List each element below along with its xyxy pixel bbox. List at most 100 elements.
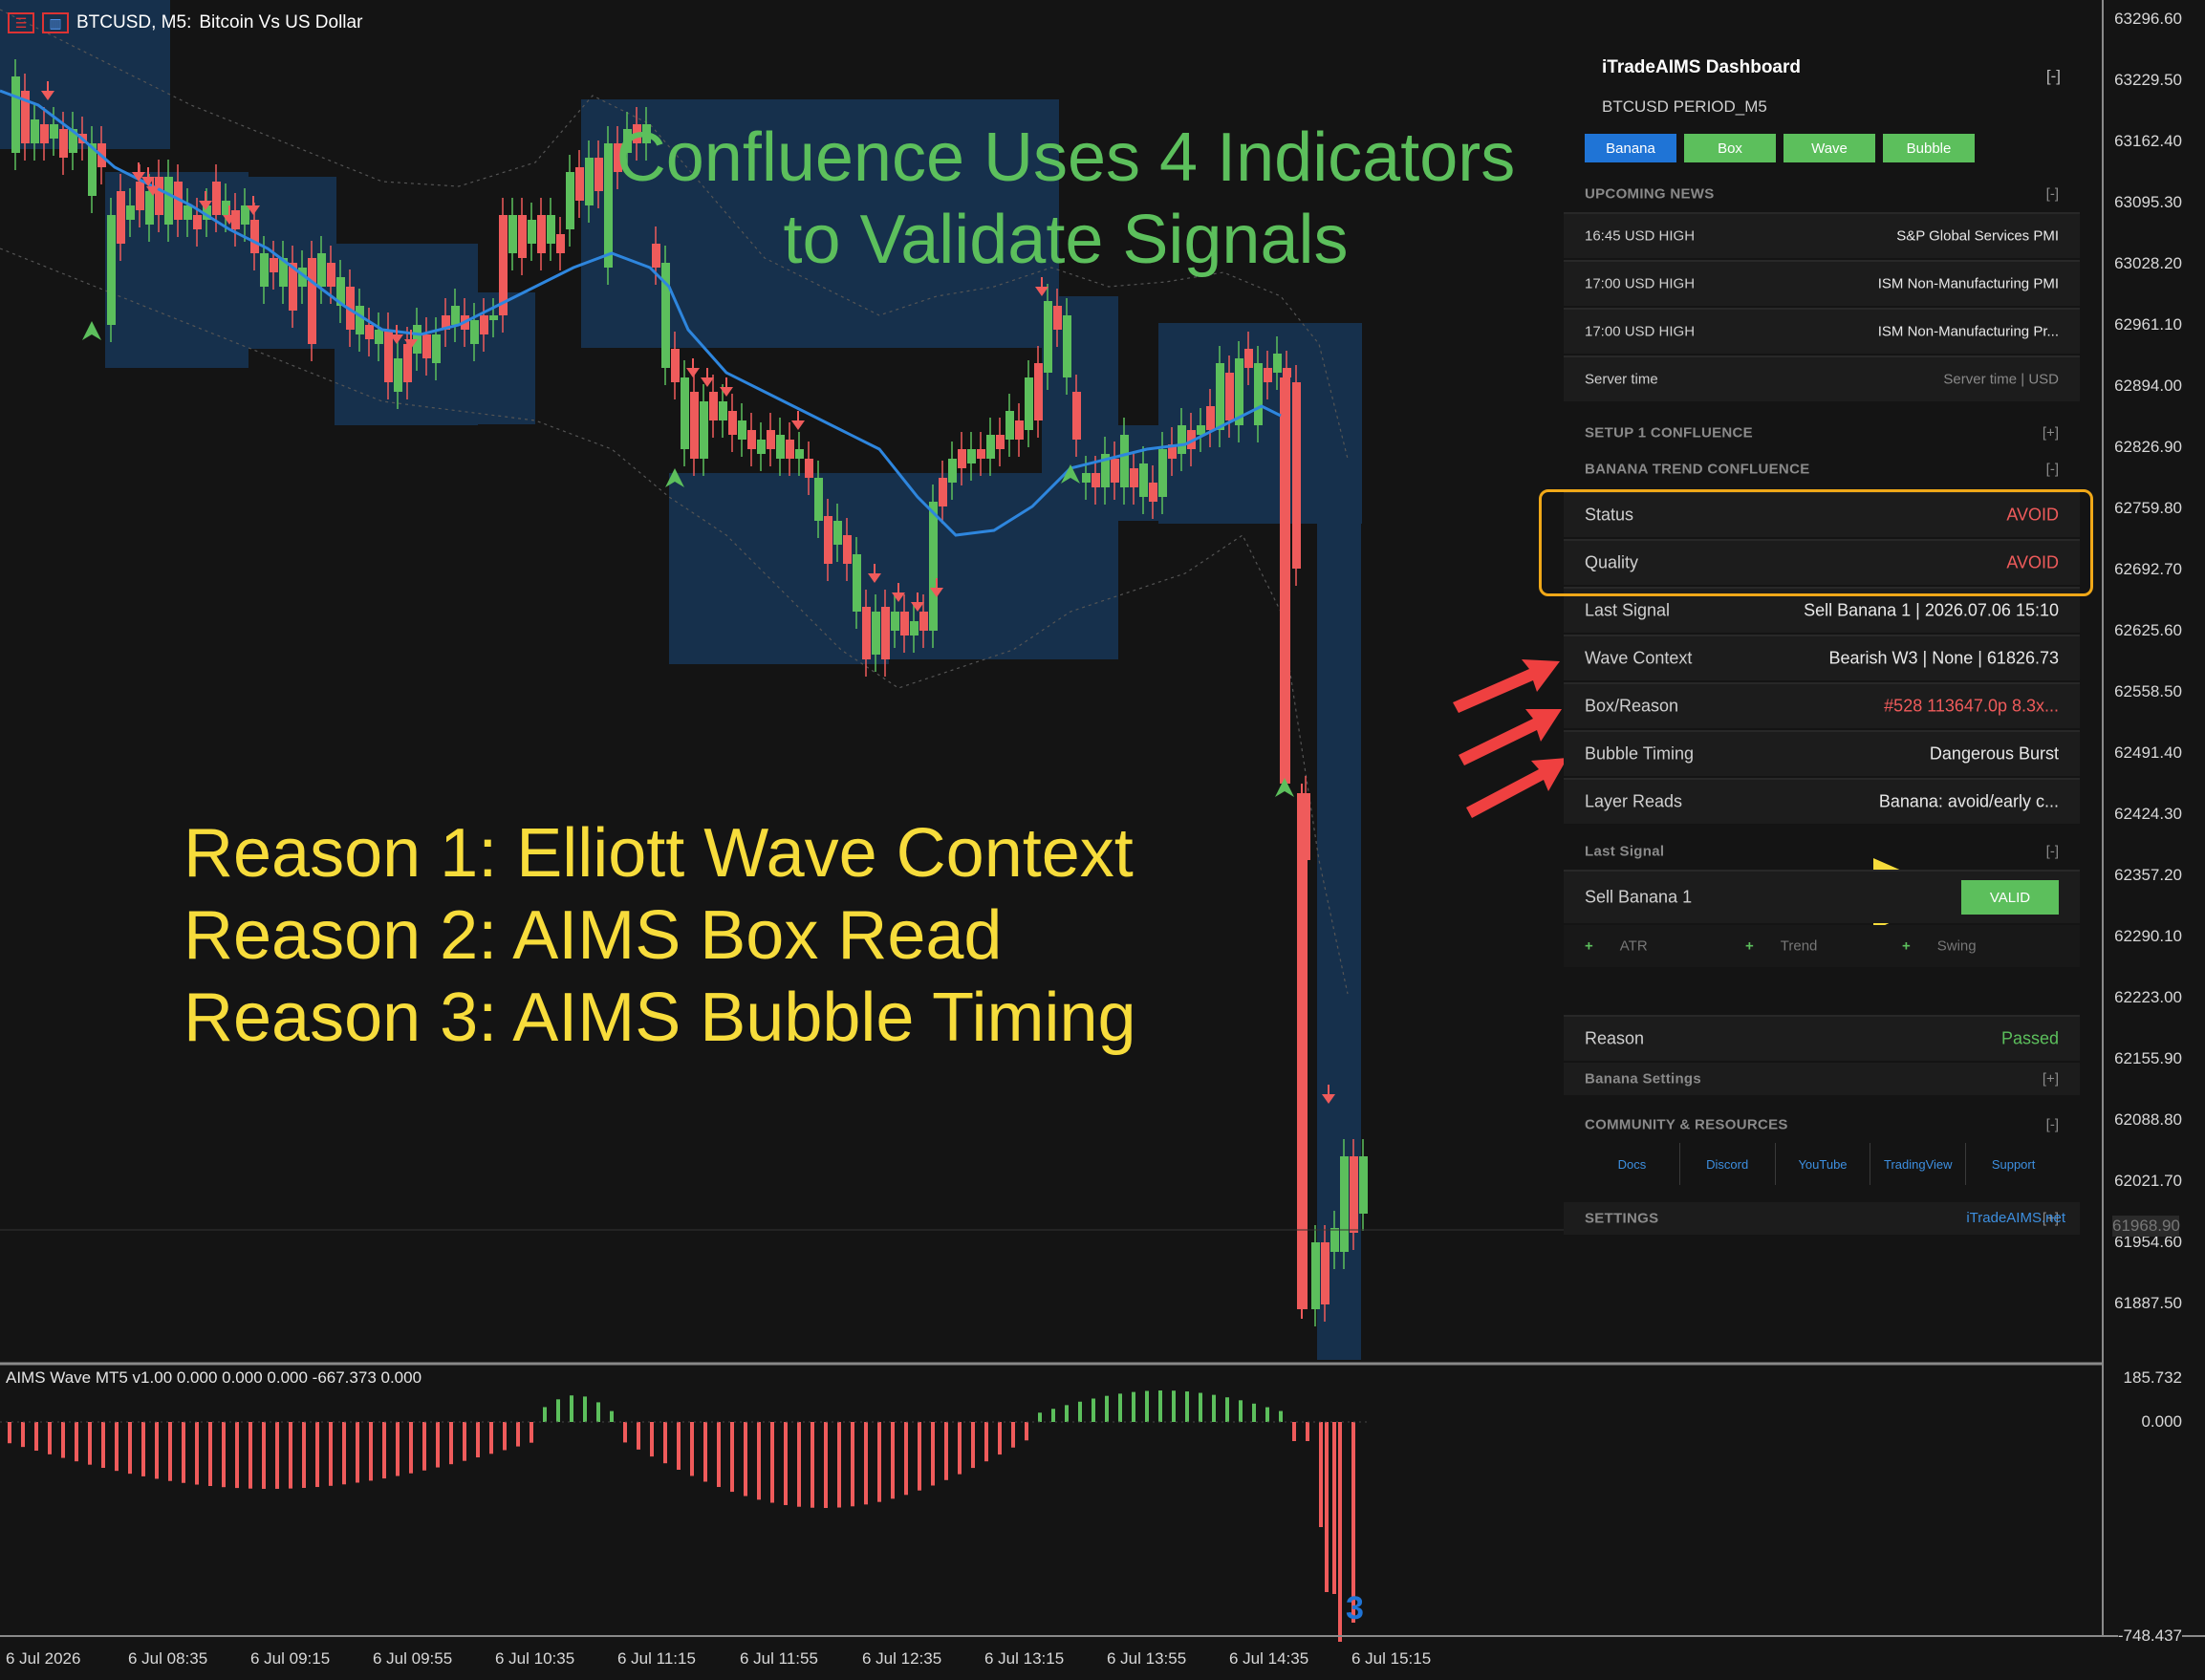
histogram-bar (168, 1422, 172, 1481)
histogram-bar (770, 1422, 774, 1503)
time-axis-label: 6 Jul 10:35 (495, 1649, 575, 1668)
candle-body (1053, 306, 1062, 330)
candle-body (11, 76, 20, 153)
symbol-description: Bitcoin Vs US Dollar (199, 12, 363, 32)
arrow-up-icon (1275, 778, 1294, 797)
community-title: COMMUNITY & RESOURCES (1585, 1116, 1788, 1133)
upcoming-news-toggle[interactable]: [-] (2046, 186, 2059, 203)
box-reason-row: Box/Reason #528 113647.0p 8.3x... (1564, 682, 2080, 728)
histogram-bar (489, 1422, 493, 1454)
candle-body (958, 449, 966, 468)
candle-body (795, 449, 804, 459)
price-axis-label: 62088.80 (2114, 1110, 2182, 1129)
candle-body (862, 607, 871, 659)
histogram-bar (998, 1422, 1002, 1455)
histogram-bar (797, 1422, 801, 1507)
candle-body (1092, 473, 1100, 487)
chart-type-icon[interactable]: ▥ (42, 12, 69, 33)
candle-body (910, 621, 919, 635)
histogram-bar (784, 1422, 788, 1505)
community-header: COMMUNITY & RESOURCES [-] (1564, 1109, 2080, 1141)
reasons-list: Reason 1: Elliott Wave Context Reason 2:… (184, 812, 1136, 1059)
candle-body (1244, 349, 1253, 368)
community-toggle[interactable]: [-] (2046, 1117, 2059, 1133)
histogram-bar (703, 1422, 707, 1482)
candle-body (814, 478, 823, 521)
candle-body (1340, 1156, 1349, 1252)
candle-body (317, 253, 326, 287)
news-item: 16:45 USD HIGH S&P Global Services PMI (1564, 212, 2080, 258)
candle-body (1139, 463, 1148, 497)
candle-body (480, 315, 488, 334)
candle-body (1264, 368, 1272, 382)
banana-trend-toggle[interactable]: [-] (2046, 462, 2059, 478)
tab-box[interactable]: Box (1684, 134, 1776, 162)
pointer-arrow-icon (1453, 659, 1567, 818)
candle-body (117, 191, 125, 244)
histogram-bar (262, 1422, 266, 1489)
tab-bubble[interactable]: Bubble (1883, 134, 1975, 162)
menu-icon[interactable]: ☰ (8, 12, 34, 33)
setup-confluence-toggle[interactable]: [+] (2043, 425, 2059, 442)
reason-1: Reason 1: Elliott Wave Context (184, 815, 1134, 892)
candle-body (1158, 449, 1167, 497)
histogram-bar (663, 1422, 667, 1464)
tab-banana[interactable]: Banana (1585, 134, 1676, 162)
candle-body (1044, 301, 1052, 373)
dashboard-title: iTradeAIMS Dashboard (1602, 57, 1801, 77)
histogram-bar (1225, 1397, 1229, 1422)
candle-body (1034, 363, 1043, 420)
histogram-bar (101, 1422, 105, 1469)
candle-body (738, 420, 746, 440)
link-support[interactable]: Support (1966, 1143, 2061, 1185)
reason-value: Passed (2000, 1028, 2059, 1048)
histogram-bar (463, 1422, 466, 1461)
candle-body (1120, 435, 1129, 487)
aims-wave-histogram (0, 1390, 1367, 1642)
histogram-bar (289, 1422, 292, 1489)
filter-swing: + Swing (1902, 937, 1977, 955)
candle-body (594, 158, 603, 191)
banana-settings-toggle[interactable]: [+] (2043, 1071, 2059, 1088)
histogram-bar (824, 1422, 828, 1508)
candle-body (1025, 377, 1033, 430)
histogram-bar (182, 1422, 185, 1483)
last-signal-label: Last Signal (1585, 600, 1671, 620)
price-axis-label: 62625.60 (2114, 621, 2182, 639)
server-time-label: Server time (1585, 371, 1658, 388)
candle-body (767, 430, 775, 449)
indicator-title: AIMS Wave MT5 v1.00 0.000 0.000 0.000 -6… (6, 1368, 422, 1387)
symbol-title: BTCUSD, M5: (76, 12, 192, 32)
candle-body (929, 502, 938, 631)
candle-body (1292, 382, 1301, 569)
histogram-bar (1172, 1390, 1176, 1422)
candle-body (270, 258, 278, 272)
last-signal-section-toggle[interactable]: [-] (2046, 844, 2059, 860)
price-axis-label: 63296.60 (2114, 10, 2182, 28)
link-docs[interactable]: Docs (1585, 1143, 1680, 1185)
histogram-bar (1011, 1422, 1015, 1448)
candle-body (528, 220, 536, 244)
candle-body (193, 215, 202, 229)
dashboard-minimize-button[interactable]: [-] (2046, 67, 2061, 86)
valid-button[interactable]: VALID (1961, 880, 2059, 915)
price-axis-label: 62759.80 (2114, 499, 2182, 517)
link-tradingview[interactable]: TradingView (1870, 1143, 1967, 1185)
link-discord[interactable]: Discord (1680, 1143, 1776, 1185)
histogram-bar (449, 1422, 453, 1465)
tab-wave[interactable]: Wave (1783, 134, 1875, 162)
site-link[interactable]: iTradeAIMS.net (1966, 1210, 2065, 1226)
histogram-bar (396, 1422, 400, 1476)
histogram-bar (837, 1422, 841, 1508)
candle-body (136, 182, 144, 210)
candle-body (107, 215, 116, 325)
candle-body (575, 167, 584, 201)
link-youtube[interactable]: YouTube (1776, 1143, 1871, 1185)
histogram-bar (235, 1422, 239, 1489)
candle-body (728, 411, 737, 435)
histogram-bar (1092, 1398, 1095, 1422)
candle-body (585, 158, 594, 205)
histogram-bar (356, 1422, 359, 1483)
histogram-bar (543, 1407, 547, 1422)
candle-body (1216, 363, 1224, 430)
